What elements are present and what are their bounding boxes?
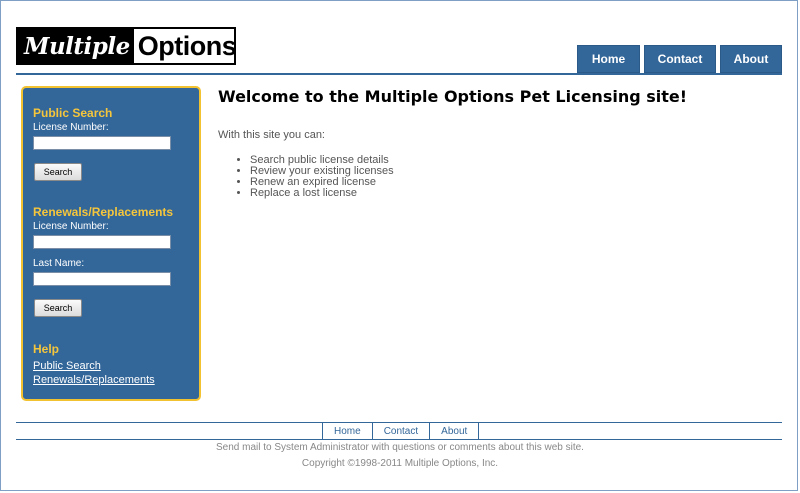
main-content: Welcome to the Multiple Options Pet Lice…: [218, 87, 778, 199]
renewals-license-input[interactable]: [33, 235, 171, 249]
footer-navigation: Home Contact About: [322, 422, 480, 440]
features-list: Search public license details Review you…: [218, 155, 778, 199]
public-search-heading: Public Search: [33, 106, 113, 120]
sidebar: Public Search License Number: Search Ren…: [21, 86, 201, 401]
nav-about-button[interactable]: About: [720, 45, 782, 73]
footer-mail-text: Send mail to System Administrator with q…: [216, 442, 584, 453]
intro-text: With this site you can:: [218, 129, 325, 141]
footer-home-link[interactable]: Home: [322, 422, 372, 440]
header-divider: [16, 73, 782, 75]
help-heading: Help: [33, 342, 60, 356]
footer-copyright: Copyright ©1998-2011 Multiple Options, I…: [301, 458, 499, 469]
renewals-lastname-label: Last Name:: [33, 258, 85, 269]
renewals-license-label: License Number:: [33, 221, 109, 232]
renewals-lastname-input[interactable]: [33, 272, 171, 286]
nav-contact-button[interactable]: Contact: [644, 45, 716, 73]
footer-about-link[interactable]: About: [429, 422, 480, 440]
public-search-button[interactable]: Search: [34, 163, 82, 181]
logo-text-options: Options: [133, 29, 234, 63]
site-logo[interactable]: Multiple Options: [16, 27, 236, 65]
nav-home-button[interactable]: Home: [577, 45, 640, 73]
public-search-license-label: License Number:: [33, 122, 109, 133]
list-item: Replace a lost license: [250, 188, 778, 199]
renewals-heading: Renewals/Replacements: [33, 205, 174, 219]
help-link-renewals[interactable]: Renewals/Replacements: [33, 374, 189, 386]
renewals-search-button[interactable]: Search: [34, 299, 82, 317]
logo-text-multiple: Multiple: [18, 29, 134, 63]
top-navigation: Home Contact About: [577, 45, 782, 73]
footer-contact-link[interactable]: Contact: [371, 422, 429, 440]
help-link-public-search[interactable]: Public Search: [33, 360, 189, 372]
page-title: Welcome to the Multiple Options Pet Lice…: [218, 87, 688, 106]
public-search-license-input[interactable]: [33, 136, 171, 150]
